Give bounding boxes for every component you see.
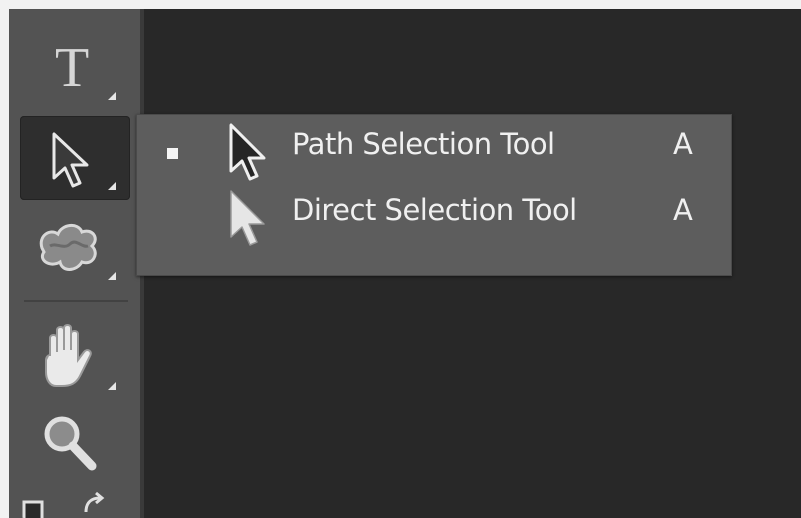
white-arrow-icon xyxy=(230,190,265,246)
zoom-tool-button[interactable] xyxy=(20,402,130,486)
flyout-item-direct-selection[interactable]: Direct Selection Tool A xyxy=(137,183,731,247)
black-arrow-icon xyxy=(229,123,266,181)
path-selection-tool-button[interactable] xyxy=(20,116,130,200)
swap-colors-icon xyxy=(22,491,105,518)
selection-tools-flyout-menu: Path Selection Tool A Direct Selection T… xyxy=(136,114,732,276)
path-selection-arrow-icon xyxy=(52,132,116,190)
flyout-item-path-selection[interactable]: Path Selection Tool A xyxy=(137,117,731,181)
hand-icon xyxy=(45,324,116,390)
selected-tool-bullet-icon xyxy=(167,148,178,159)
default-colors-tool-button[interactable] xyxy=(20,488,130,518)
type-icon: T xyxy=(55,37,116,100)
svg-text:T: T xyxy=(55,37,89,99)
custom-shape-tool-button[interactable] xyxy=(20,206,130,290)
photoshop-window: T Path Selection Tool A Direct Selection… xyxy=(0,0,801,518)
magnifier-icon xyxy=(44,416,97,471)
type-tool-button[interactable]: T xyxy=(20,26,130,110)
window-edge-top xyxy=(0,0,801,9)
window-edge-left xyxy=(0,0,9,518)
custom-shape-blob-icon xyxy=(39,224,116,280)
hand-tool-button[interactable] xyxy=(20,316,130,400)
toolbar-group-divider xyxy=(24,300,128,302)
flyout-item-label: Direct Selection Tool xyxy=(292,193,577,227)
flyout-item-label: Path Selection Tool xyxy=(292,127,555,161)
flyout-item-shortcut: A xyxy=(673,193,693,227)
flyout-item-shortcut: A xyxy=(673,127,693,161)
